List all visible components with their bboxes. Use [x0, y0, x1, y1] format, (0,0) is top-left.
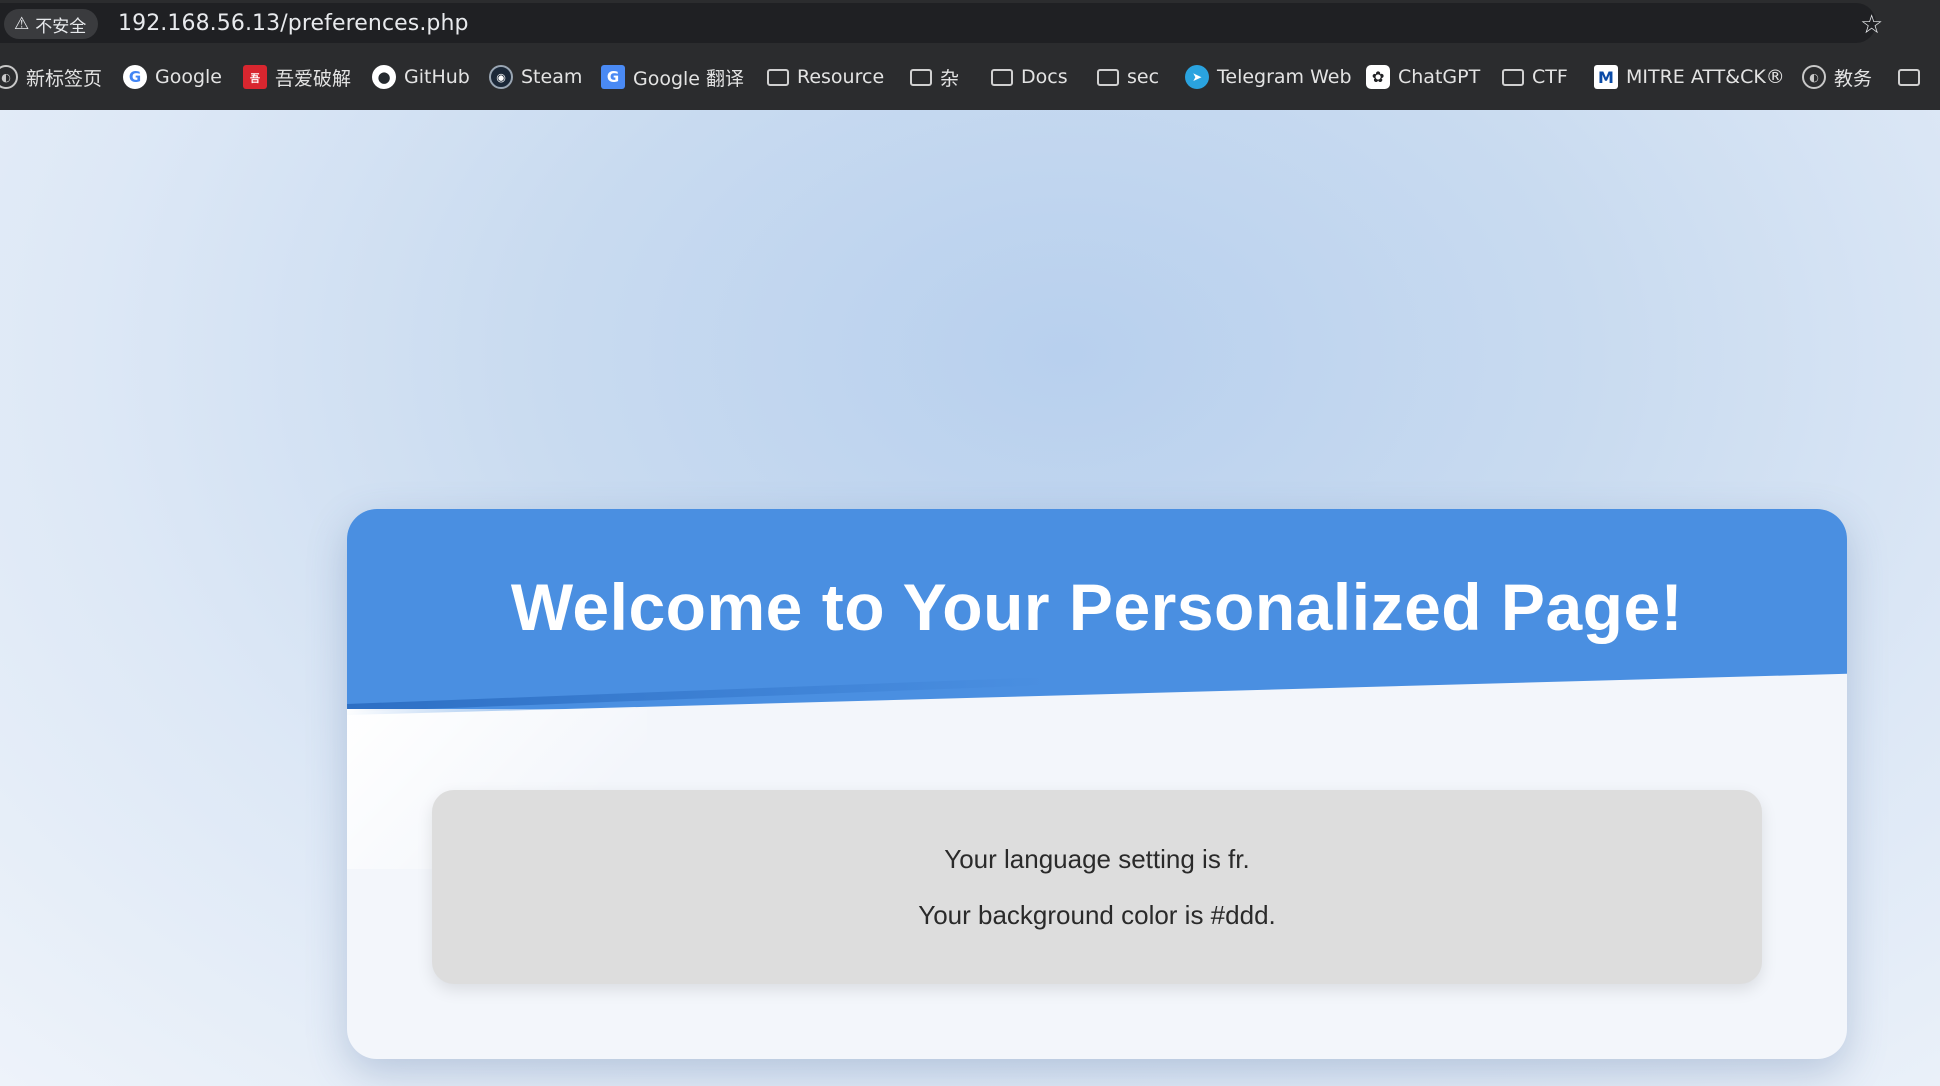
bookmark-label: 杂 [940, 67, 960, 90]
bookmark-label: Google [155, 66, 223, 88]
bookmark-google-translate[interactable]: G Google 翻译 [601, 62, 744, 92]
bookmark-folder-resource[interactable]: Resource [767, 62, 884, 92]
bookmark-label: CTF [1532, 66, 1568, 88]
folder-icon [1097, 68, 1119, 86]
bookmark-label: Steam [521, 66, 583, 88]
folder-icon [910, 68, 932, 86]
bookmark-new-tab[interactable]: ◐ 新标签页 [0, 62, 102, 92]
globe-icon: ◐ [0, 65, 18, 89]
bookmark-label: 新标签页 [26, 67, 103, 90]
bookmark-label: 教务 [1834, 67, 1873, 90]
bookmarks-bar: ◐ 新标签页 G Google 吾 吾爱破解 ● GitHub ◉ Steam … [0, 46, 1940, 110]
globe-icon: ◐ [1802, 65, 1826, 89]
bookmark-folder-misc[interactable]: 杂 [910, 62, 959, 92]
folder-icon [1898, 68, 1920, 86]
address-bar[interactable]: ⚠ 不安全 192.168.56.13/preferences.php ☆ [0, 3, 1883, 43]
bookmark-label: ChatGPT [1398, 66, 1481, 88]
bookmark-label: Docs [1021, 66, 1068, 88]
warning-icon: ⚠ [14, 14, 30, 34]
background-color-text: Your background color is #ddd. [918, 900, 1276, 930]
browser-toolbar: ⚠ 不安全 192.168.56.13/preferences.php ☆ [0, 0, 1940, 46]
bookmark-folder-overflow[interactable] [1898, 62, 1928, 92]
telegram-icon: ➤ [1185, 65, 1209, 89]
bookmark-jiaowu[interactable]: ◐ 教务 [1802, 62, 1872, 92]
page-title: Welcome to Your Personalized Page! [510, 570, 1684, 644]
folder-icon [1502, 68, 1524, 86]
page-viewport: Welcome to Your Personalized Page! Your … [0, 110, 1940, 1086]
bookmark-folder-ctf[interactable]: CTF [1502, 62, 1568, 92]
github-icon: ● [372, 65, 396, 89]
bookmark-label: Google 翻译 [633, 67, 745, 90]
bookmark-label: 吾爱破解 [275, 67, 352, 90]
bookmark-label: sec [1127, 66, 1160, 88]
google-translate-icon: G [601, 65, 625, 89]
bookmark-label: MITRE ATT&CK® [1626, 66, 1785, 88]
mitre-icon: M [1594, 65, 1618, 89]
security-indicator[interactable]: ⚠ 不安全 [4, 9, 99, 39]
chatgpt-icon: ✿ [1366, 65, 1390, 89]
bookmark-github[interactable]: ● GitHub [372, 62, 470, 92]
welcome-card: Welcome to Your Personalized Page! Your … [347, 509, 1847, 1059]
url-text[interactable]: 192.168.56.13/preferences.php [118, 11, 469, 37]
security-label: 不安全 [35, 16, 87, 37]
bookmark-label: Telegram Web [1217, 66, 1352, 88]
bookmark-label: GitHub [404, 66, 470, 88]
folder-icon [767, 68, 789, 86]
bookmark-mitre[interactable]: M MITRE ATT&CK® [1594, 62, 1785, 92]
bookmark-steam[interactable]: ◉ Steam [489, 62, 582, 92]
preferences-box: Your language setting is fr. Your backgr… [432, 790, 1762, 984]
language-setting-text: Your language setting is fr. [944, 844, 1250, 874]
bookmark-label: Resource [797, 66, 885, 88]
bookmark-telegram[interactable]: ➤ Telegram Web [1185, 62, 1352, 92]
steam-icon: ◉ [489, 65, 513, 89]
bookmark-folder-sec[interactable]: sec [1097, 62, 1159, 92]
bookmark-star-icon[interactable]: ☆ [1860, 10, 1883, 40]
google-icon: G [123, 65, 147, 89]
bookmark-chatgpt[interactable]: ✿ ChatGPT [1366, 62, 1480, 92]
bookmark-52pojie[interactable]: 吾 吾爱破解 [243, 62, 351, 92]
bookmark-folder-docs[interactable]: Docs [991, 62, 1068, 92]
folder-icon [991, 68, 1013, 86]
52pojie-icon: 吾 [243, 65, 267, 89]
bookmark-google[interactable]: G Google [123, 62, 222, 92]
